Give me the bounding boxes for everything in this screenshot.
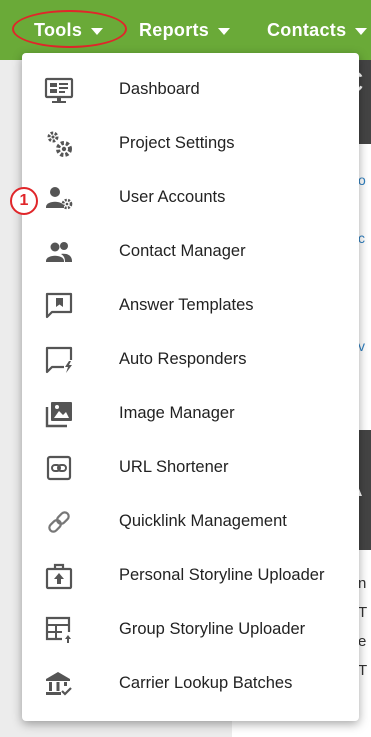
people-icon xyxy=(44,237,74,267)
menu-item-label: User Accounts xyxy=(119,188,226,206)
link-icon xyxy=(44,507,74,537)
menu-item-dashboard[interactable]: Dashboard xyxy=(22,63,359,117)
gears-icon xyxy=(44,129,74,159)
menu-item-personal-storyline-uploader[interactable]: Personal Storyline Uploader xyxy=(22,549,359,603)
annotation-badge: 1 xyxy=(10,187,38,215)
table-upload-icon xyxy=(44,615,74,645)
menu-item-label: Carrier Lookup Batches xyxy=(119,674,293,692)
menu-item-user-accounts[interactable]: User Accounts xyxy=(22,171,359,225)
menu-item-group-storyline-uploader[interactable]: Group Storyline Uploader xyxy=(22,603,359,657)
menu-item-image-manager[interactable]: Image Manager xyxy=(22,387,359,441)
menu-item-label: Contact Manager xyxy=(119,242,246,260)
dashboard-icon xyxy=(44,75,74,105)
chat-lightning-icon xyxy=(44,345,74,375)
menu-item-auto-responders[interactable]: Auto Responders xyxy=(22,333,359,387)
caret-down-icon xyxy=(91,27,104,35)
menu-item-label: Image Manager xyxy=(119,404,235,422)
menu-item-label: URL Shortener xyxy=(119,458,229,476)
background-text-fragment: T xyxy=(358,662,368,679)
menu-item-label: Auto Responders xyxy=(119,350,247,368)
upload-briefcase-icon xyxy=(44,561,74,591)
background-text-fragment: e xyxy=(358,633,367,650)
link-box-icon xyxy=(44,453,74,483)
nav-reports[interactable]: Reports xyxy=(139,16,231,44)
background-link-fragment: v xyxy=(358,338,365,354)
images-icon xyxy=(44,399,74,429)
menu-item-quicklink-management[interactable]: Quicklink Management xyxy=(22,495,359,549)
menu-item-contact-manager[interactable]: Contact Manager xyxy=(22,225,359,279)
menu-item-label: Answer Templates xyxy=(119,296,254,314)
menu-item-label: Group Storyline Uploader xyxy=(119,620,306,638)
bookmark-chat-icon xyxy=(44,291,74,321)
nav-contacts-label: Contacts xyxy=(267,19,347,40)
background-text-fragment: n xyxy=(358,575,367,592)
user-settings-icon xyxy=(44,183,74,213)
menu-item-project-settings[interactable]: Project Settings xyxy=(22,117,359,171)
menu-item-label: Quicklink Management xyxy=(119,512,287,530)
background-text-fragment: T xyxy=(358,604,368,621)
nav-contacts[interactable]: Contacts xyxy=(267,16,368,44)
menu-item-label: Project Settings xyxy=(119,134,235,152)
menu-item-label: Dashboard xyxy=(119,80,200,98)
nav-tools[interactable]: Tools xyxy=(34,16,104,44)
nav-tools-label: Tools xyxy=(34,19,83,40)
background-link-fragment: c xyxy=(358,230,365,246)
nav-reports-label: Reports xyxy=(139,19,210,40)
menu-item-carrier-lookup-batches[interactable]: Carrier Lookup Batches xyxy=(22,657,359,711)
caret-down-icon xyxy=(218,27,231,35)
tools-dropdown-menu: Dashboard Project Settings User Accounts… xyxy=(22,53,359,721)
menu-item-label: Personal Storyline Uploader xyxy=(119,566,325,584)
menu-item-answer-templates[interactable]: Answer Templates xyxy=(22,279,359,333)
top-nav-bar: Tools Reports Contacts xyxy=(0,0,371,60)
caret-down-icon xyxy=(355,27,368,35)
background-link-fragment: o xyxy=(358,172,366,188)
bank-check-icon xyxy=(44,669,74,699)
menu-item-url-shortener[interactable]: URL Shortener xyxy=(22,441,359,495)
